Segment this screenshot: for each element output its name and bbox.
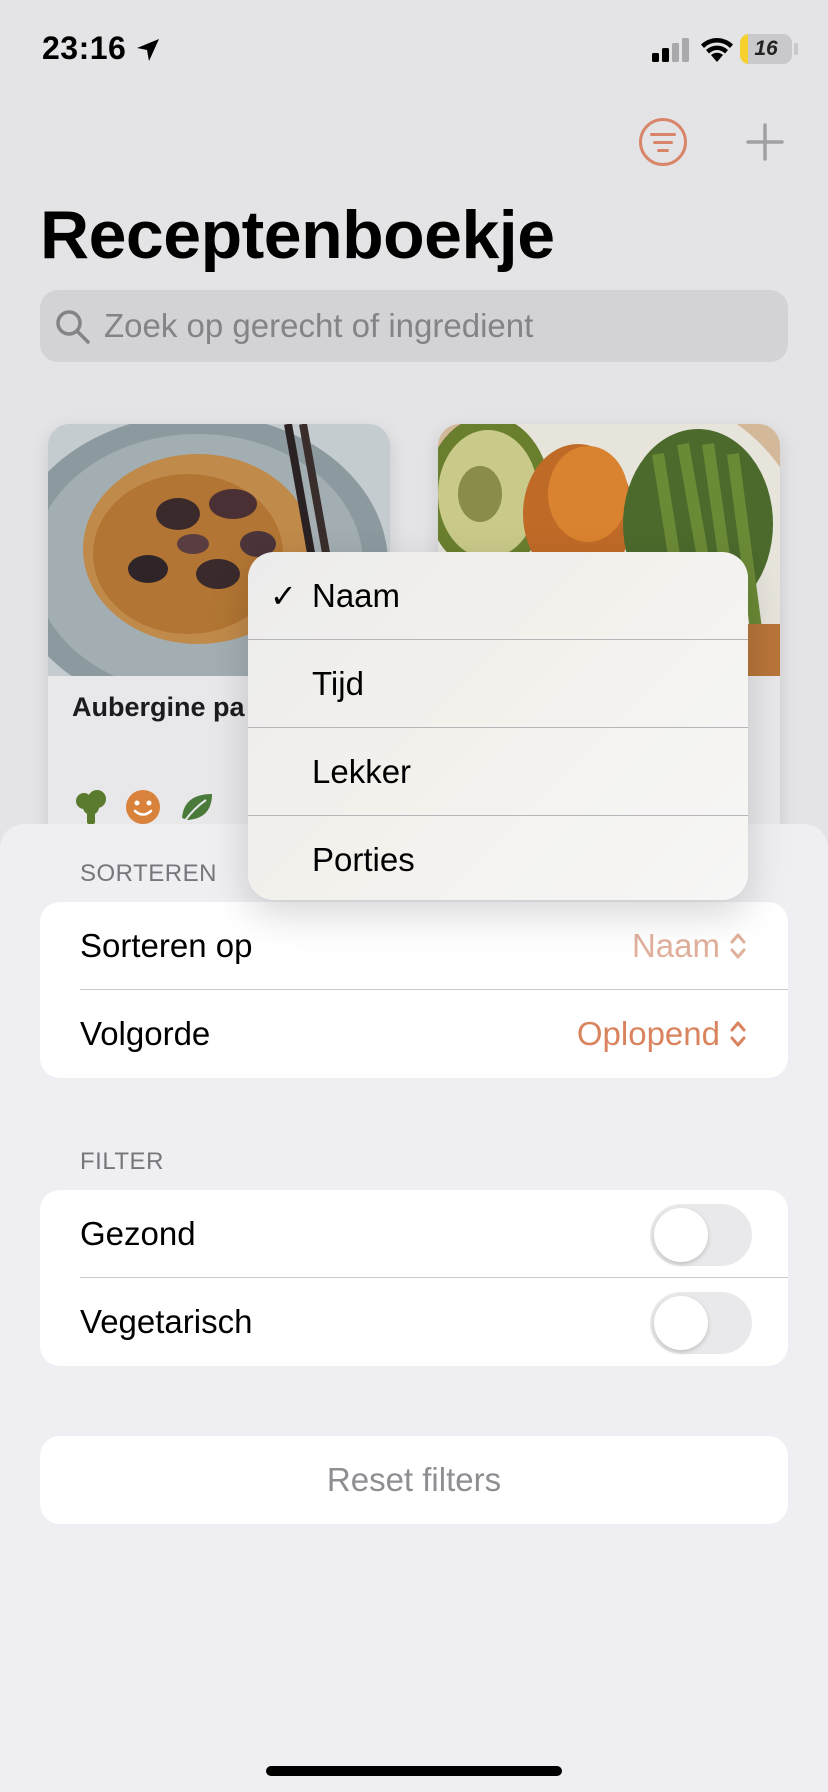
- order-label: Volgorde: [80, 1015, 211, 1052]
- chevron-up-down-icon: [730, 933, 746, 959]
- vegetarian-row: Vegetarisch: [40, 1278, 788, 1366]
- menu-item-tijd[interactable]: Tijd: [248, 640, 748, 728]
- toggle-knob: [654, 1208, 708, 1262]
- sort-section-header: SORTEREN: [80, 860, 217, 887]
- reset-filters-button[interactable]: Reset filters: [40, 1436, 788, 1524]
- chevron-up-down-icon: [730, 1021, 746, 1047]
- sort-options-menu: ✓ Naam Tijd Lekker Porties: [248, 552, 748, 900]
- menu-item-porties[interactable]: Porties: [248, 816, 748, 900]
- sort-by-picker[interactable]: Naam: [632, 902, 748, 990]
- search-icon: [56, 310, 90, 344]
- filter-icon-line: [657, 149, 669, 152]
- status-time: 23:16: [42, 30, 127, 66]
- menu-item-naam[interactable]: ✓ Naam: [248, 552, 748, 640]
- vegetarian-label: Vegetarisch: [80, 1303, 253, 1340]
- menu-item-label: Tijd: [312, 665, 364, 702]
- filter-icon: [650, 133, 676, 136]
- search-bar[interactable]: [40, 290, 788, 362]
- order-picker[interactable]: Oplopend: [577, 990, 748, 1078]
- filter-section-header: FILTER: [80, 1148, 164, 1175]
- menu-item-lekker[interactable]: Lekker: [248, 728, 748, 816]
- plus-icon: [746, 123, 784, 161]
- vegetarian-toggle[interactable]: [650, 1292, 752, 1354]
- order-value: Oplopend: [576, 1015, 720, 1052]
- toggle-knob: [654, 1296, 708, 1350]
- location-arrow-icon: [137, 39, 159, 61]
- menu-item-label: Lekker: [312, 753, 412, 790]
- sort-by-value: Naam: [631, 927, 720, 964]
- status-bar: 23:16 16: [0, 0, 828, 100]
- battery-level: 16: [754, 37, 778, 60]
- sort-group: Sorteren op Naam Volgorde Oplopend: [40, 902, 788, 1078]
- filter-sheet: SORTEREN Sorteren op Naam Volgorde Oplop…: [0, 824, 828, 1792]
- filter-button[interactable]: [639, 118, 687, 166]
- filter-icon-line: [653, 141, 673, 144]
- battery-tip: [794, 43, 798, 55]
- cellular-signal-icon: [652, 38, 689, 62]
- home-indicator: [266, 1766, 562, 1776]
- add-recipe-button[interactable]: [745, 118, 785, 166]
- sort-by-row[interactable]: Sorteren op Naam: [40, 902, 788, 990]
- checkmark-icon: ✓: [270, 578, 297, 614]
- healthy-label: Gezond: [80, 1215, 196, 1252]
- healthy-toggle[interactable]: [650, 1204, 752, 1266]
- broccoli-icon: [76, 790, 106, 824]
- sort-by-label: Sorteren op: [80, 927, 253, 964]
- healthy-row: Gezond: [40, 1190, 788, 1278]
- page-title: Receptenboekje: [40, 197, 555, 273]
- order-row[interactable]: Volgorde Oplopend: [40, 990, 788, 1078]
- leaf-icon: [182, 794, 212, 823]
- filter-group: Gezond Vegetarisch: [40, 1190, 788, 1366]
- menu-item-label: Naam: [312, 577, 401, 614]
- menu-item-label: Porties: [312, 841, 415, 878]
- wifi-icon: [701, 38, 733, 62]
- battery-icon: 16: [740, 34, 792, 64]
- search-input[interactable]: [104, 290, 772, 362]
- smiley-icon: [126, 790, 160, 824]
- recipe-title: Aubergine pa: [72, 692, 245, 722]
